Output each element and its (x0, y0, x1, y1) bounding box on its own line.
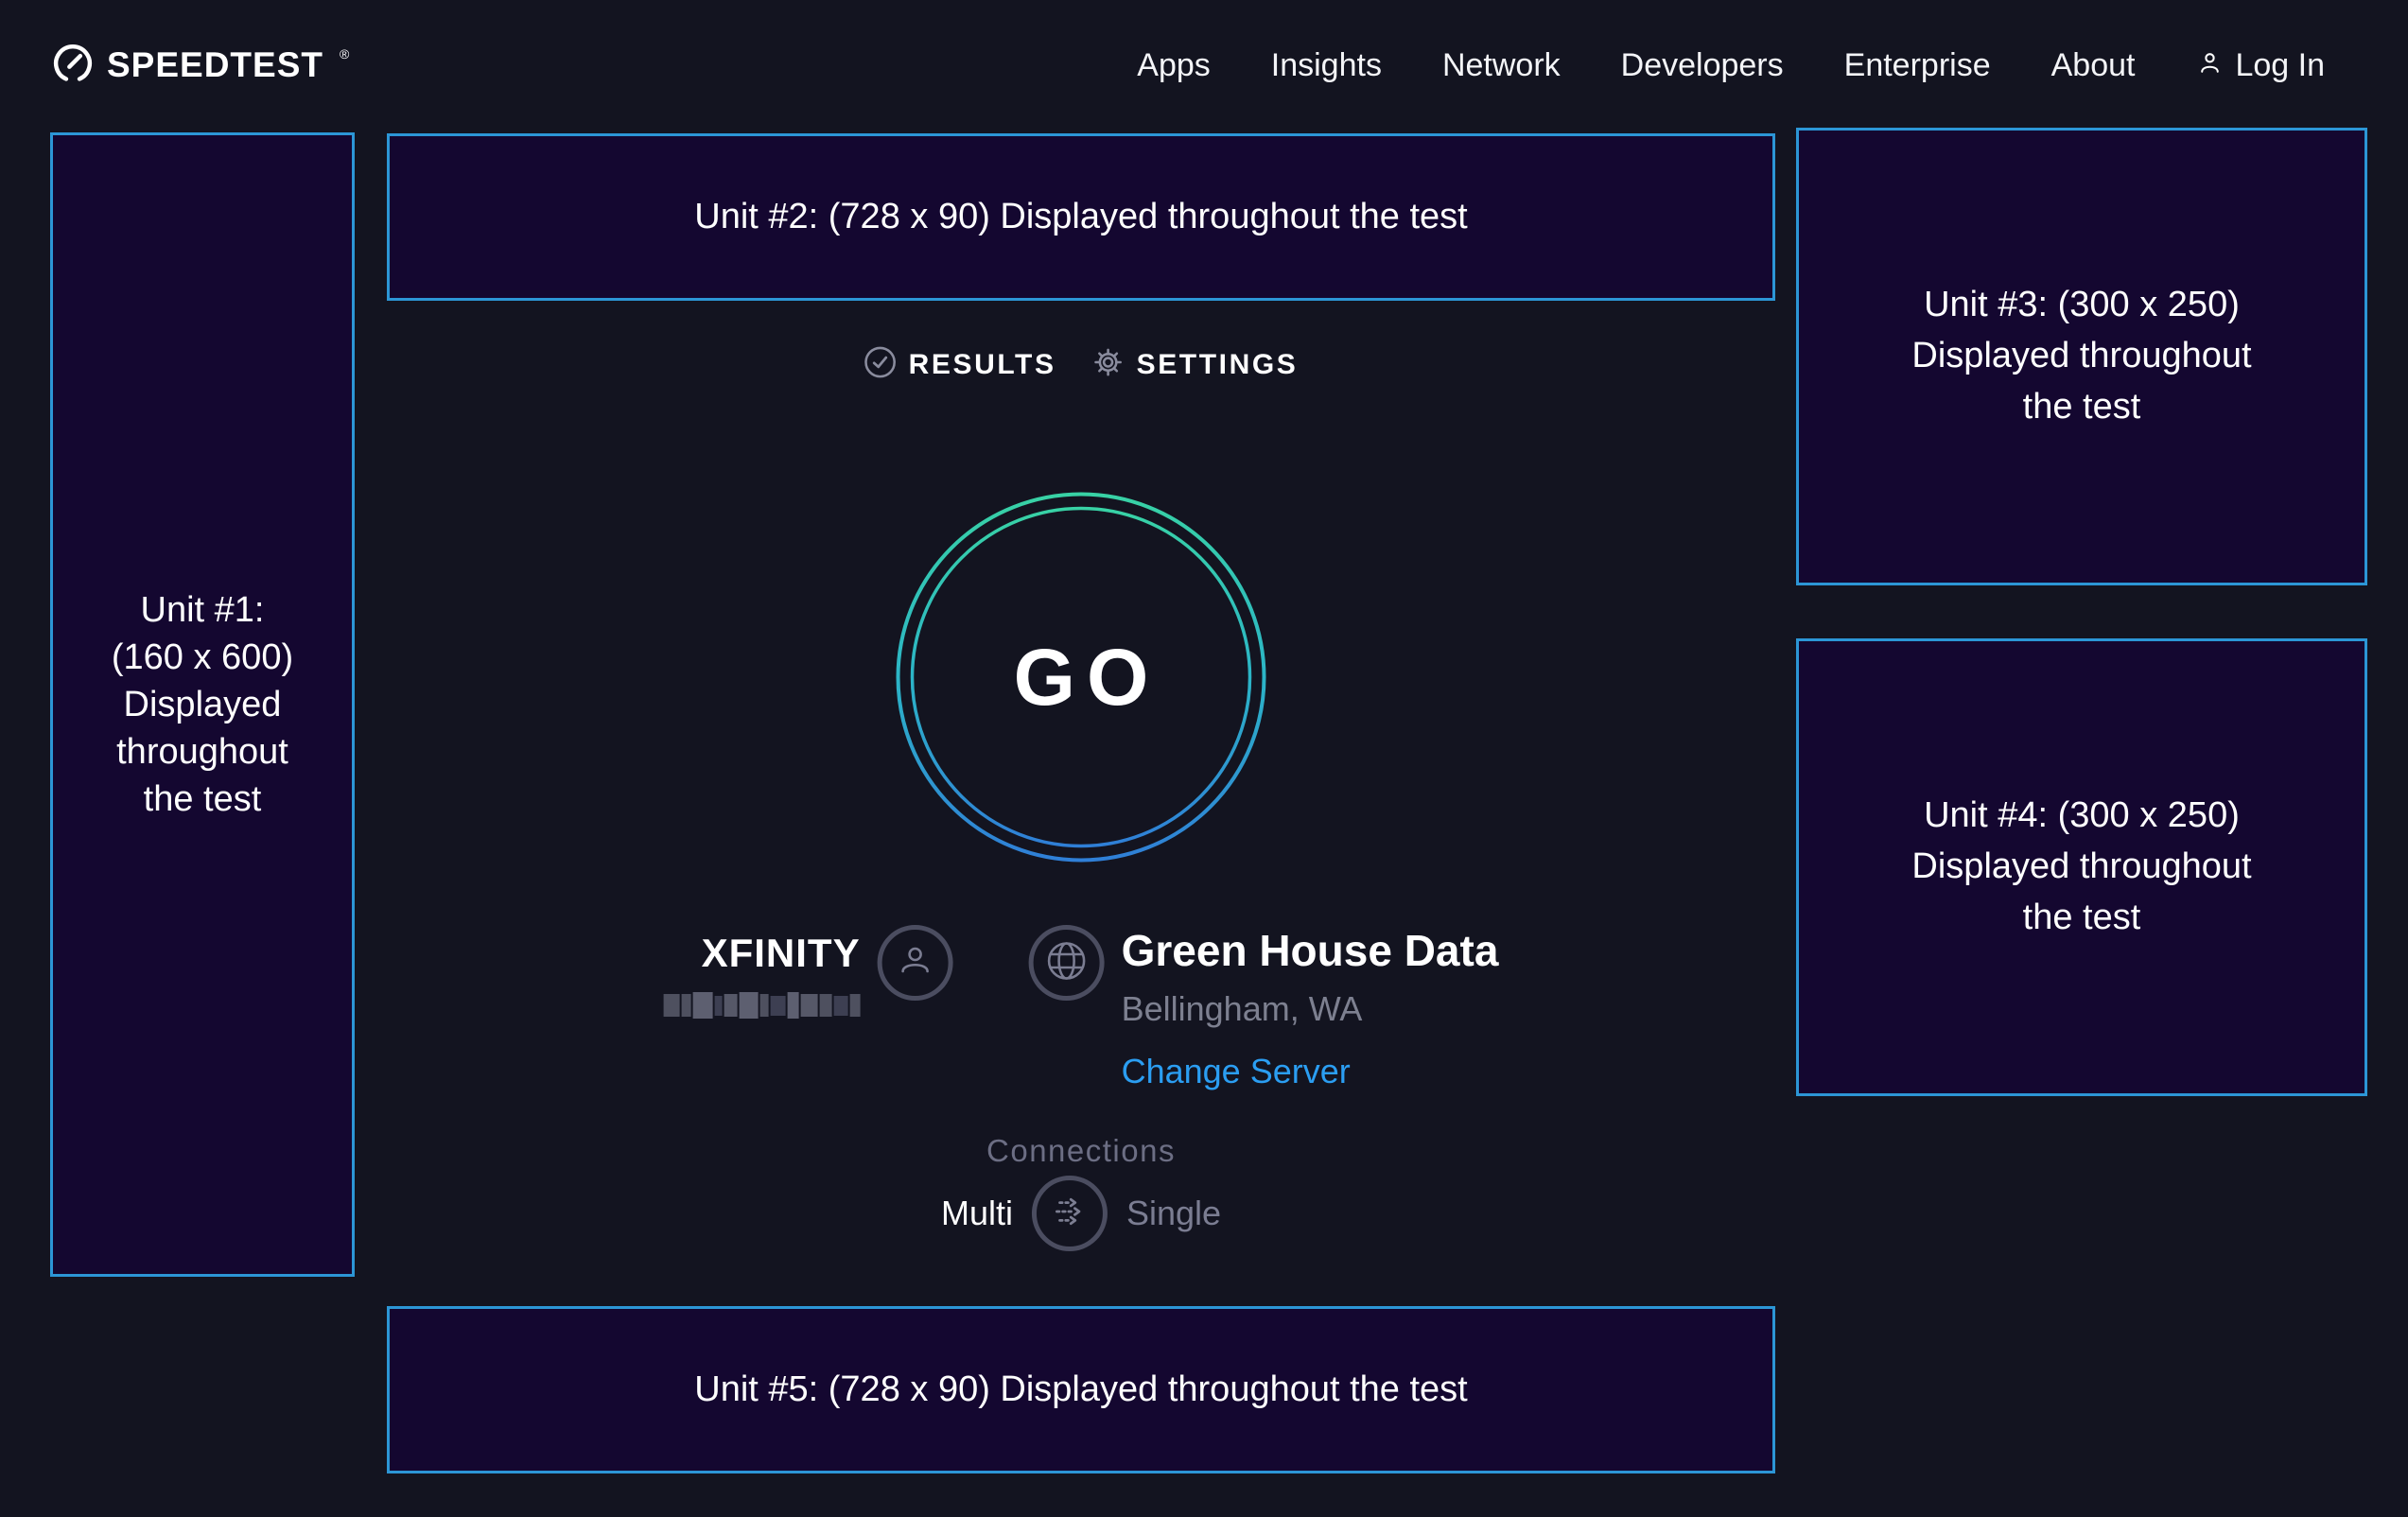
main-nav: Apps Insights Network Developers Enterpr… (1137, 47, 2325, 84)
isp-name: XFINITY (664, 931, 861, 976)
view-tabs: RESULTS SETTINGS (864, 346, 1299, 383)
check-circle-icon (864, 346, 897, 383)
ad-unit-1: Unit #1: (160 x 600) Displayed throughou… (50, 132, 355, 1277)
ip-address-redacted (664, 991, 861, 1020)
server-location: Bellingham, WA (1122, 989, 1499, 1029)
connections-option-multi[interactable]: Multi (941, 1194, 1013, 1233)
tab-settings[interactable]: SETTINGS (1092, 346, 1299, 383)
connections-label: Connections (986, 1133, 1176, 1169)
gear-icon (1092, 346, 1125, 383)
speedtest-page: SPEEDTEST ® Apps Insights Network Develo… (0, 0, 2408, 1517)
server-globe-badge (1029, 925, 1105, 1001)
nav-item-about[interactable]: About (2051, 47, 2136, 84)
go-button[interactable]: GO (894, 490, 1268, 864)
nav-item-network[interactable]: Network (1442, 47, 1561, 84)
connections-toggle[interactable] (1032, 1176, 1108, 1251)
speedtest-logo[interactable]: SPEEDTEST ® (53, 44, 347, 88)
connection-info-row: XFINITY Green House Data (664, 925, 1499, 1091)
ad-unit-4: Unit #4: (300 x 250) Displayed throughou… (1796, 638, 2367, 1096)
nav-item-enterprise[interactable]: Enterprise (1844, 47, 1991, 84)
ad-unit-2-text: Unit #2: (728 x 90) Displayed throughout… (694, 192, 1467, 243)
change-server-link[interactable]: Change Server (1122, 1052, 1499, 1091)
ad-unit-3: Unit #3: (300 x 250) Displayed throughou… (1796, 128, 2367, 585)
server-name: Green House Data (1122, 925, 1499, 976)
nav-item-apps[interactable]: Apps (1137, 47, 1211, 84)
person-icon (2195, 48, 2225, 82)
ad-unit-2: Unit #2: (728 x 90) Displayed throughout… (387, 133, 1775, 301)
ad-unit-5-text: Unit #5: (728 x 90) Displayed throughout… (694, 1365, 1467, 1416)
logo-trademark: ® (340, 46, 349, 61)
multi-connections-arrows-icon (1048, 1190, 1091, 1238)
server-block: Green House Data Bellingham, WA Change S… (1122, 925, 1499, 1091)
ad-unit-4-text: Unit #4: (300 x 250) Displayed throughou… (1911, 791, 2251, 944)
nav-item-developers[interactable]: Developers (1621, 47, 1784, 84)
tab-settings-label: SETTINGS (1137, 349, 1299, 381)
tab-results[interactable]: RESULTS (864, 346, 1056, 383)
ad-unit-3-text: Unit #3: (300 x 250) Displayed throughou… (1911, 280, 2251, 433)
logo-wordmark: SPEEDTEST (107, 45, 323, 85)
connections-option-single[interactable]: Single (1126, 1194, 1221, 1233)
user-icon (895, 940, 936, 986)
isp-block: XFINITY (664, 931, 861, 1020)
connections-toggle-row: Multi Single (941, 1176, 1221, 1251)
gauge-icon (53, 44, 93, 88)
tab-results-label: RESULTS (909, 349, 1056, 381)
site-header: SPEEDTEST ® Apps Insights Network Develo… (0, 0, 2408, 131)
globe-icon (1044, 938, 1090, 988)
login-button[interactable]: Log In (2195, 47, 2325, 84)
ad-unit-1-text: Unit #1: (160 x 600) Displayed throughou… (112, 586, 293, 824)
ad-unit-5: Unit #5: (728 x 90) Displayed throughout… (387, 1306, 1775, 1473)
isp-user-badge (878, 925, 953, 1001)
login-label: Log In (2235, 47, 2325, 84)
go-button-label: GO (894, 490, 1268, 864)
nav-item-insights[interactable]: Insights (1271, 47, 1382, 84)
